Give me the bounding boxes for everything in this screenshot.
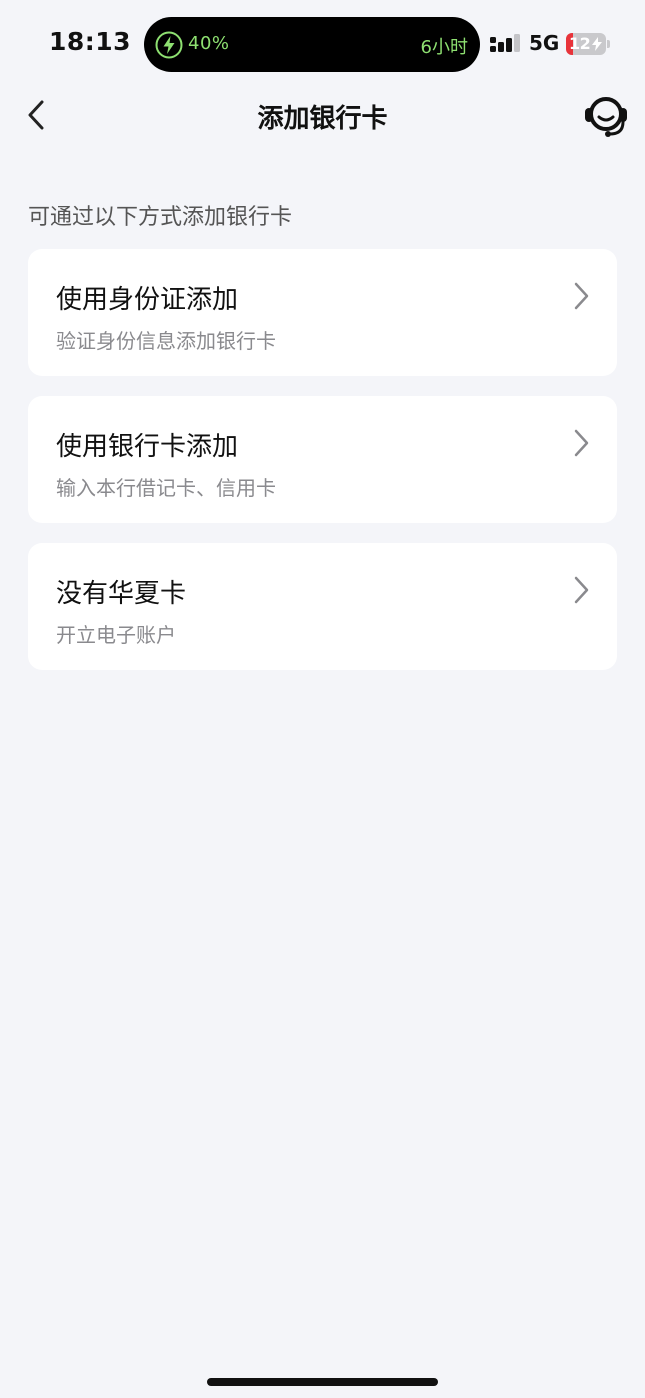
option-desc: 验证身份信息添加银行卡 [56,329,276,353]
chevron-right-icon [571,281,591,311]
charge-remaining-time: 6小时 [420,37,468,58]
option-desc: 开立电子账户 [56,623,176,647]
headset-icon [585,97,627,137]
status-time: 18:13 [49,27,132,56]
option-desc: 输入本行借记卡、信用卡 [56,476,276,500]
network-type: 5G [529,31,560,55]
home-indicator [207,1378,438,1386]
option-title: 没有华夏卡 [56,579,187,609]
dynamic-island: 40% 6小时 [144,17,480,72]
option-open-e-account[interactable]: 没有华夏卡 开立电子账户 [28,543,617,670]
customer-service-button[interactable] [580,92,632,140]
battery-charging-icon [592,37,602,51]
add-card-option-list: 使用身份证添加 验证身份信息添加银行卡 使用银行卡添加 输入本行借记卡、信用卡 … [28,249,617,690]
page-title: 添加银行卡 [257,104,388,134]
option-add-by-id-card[interactable]: 使用身份证添加 验证身份信息添加银行卡 [28,249,617,376]
option-add-by-bank-card[interactable]: 使用银行卡添加 输入本行借记卡、信用卡 [28,396,617,523]
charging-bolt-icon [155,31,183,59]
chevron-right-icon [571,428,591,458]
status-bar: 18:13 40% 6小时 5G 12 [0,0,645,90]
chevron-right-icon [571,575,591,605]
battery-level-text: 12 [569,34,591,53]
charge-percent: 40% [188,33,230,54]
signal-bars-icon [490,33,522,55]
battery-icon: 12 [566,33,612,55]
option-title: 使用身份证添加 [56,285,239,315]
option-title: 使用银行卡添加 [56,432,239,462]
nav-bar: 添加银行卡 [0,88,645,142]
section-hint: 可通过以下方式添加银行卡 [28,205,293,230]
